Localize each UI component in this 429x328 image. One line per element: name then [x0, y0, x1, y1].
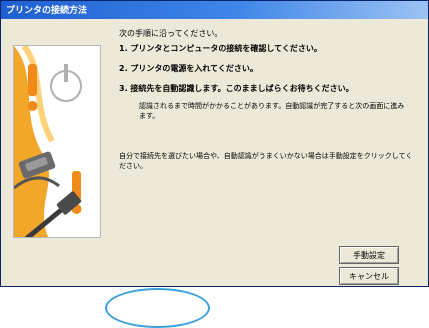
window-title: プリンタの接続方法 — [6, 6, 88, 16]
setup-dialog: プリンタの接続方法 次の手順に沿ってください。 1. プリンタとコンピュータの接… — [0, 0, 429, 287]
note-recognition: 認識されるまで時間がかかることがあります。自動認識が完了すると次の画面に進みます… — [139, 102, 405, 120]
exclamation-icon — [27, 64, 38, 111]
blue-arc-decoration — [105, 288, 210, 328]
step-2: 2. プリンタの電源を入れてください。 — [119, 64, 258, 73]
title-bar[interactable]: プリンタの接続方法 — [1, 1, 428, 19]
note-manual: 自分で接続先を選びたい場合や、自動認識がうまくいかない場合は手動設定をクリックし… — [119, 152, 413, 170]
power-icon — [49, 64, 83, 103]
intro-text: 次の手順に沿ってください。 — [119, 29, 223, 38]
step-1: 1. プリンタとコンピュータの接続を確認してください。 — [119, 44, 322, 53]
step-3: 3. 接続先を自動認識します。このまましばらくお待ちください。 — [119, 84, 354, 93]
background — [0, 287, 429, 301]
manual-setup-button[interactable]: 手動設定 — [339, 246, 399, 264]
cancel-button[interactable]: キャンセル — [339, 267, 399, 285]
illustration-panel — [13, 45, 101, 238]
